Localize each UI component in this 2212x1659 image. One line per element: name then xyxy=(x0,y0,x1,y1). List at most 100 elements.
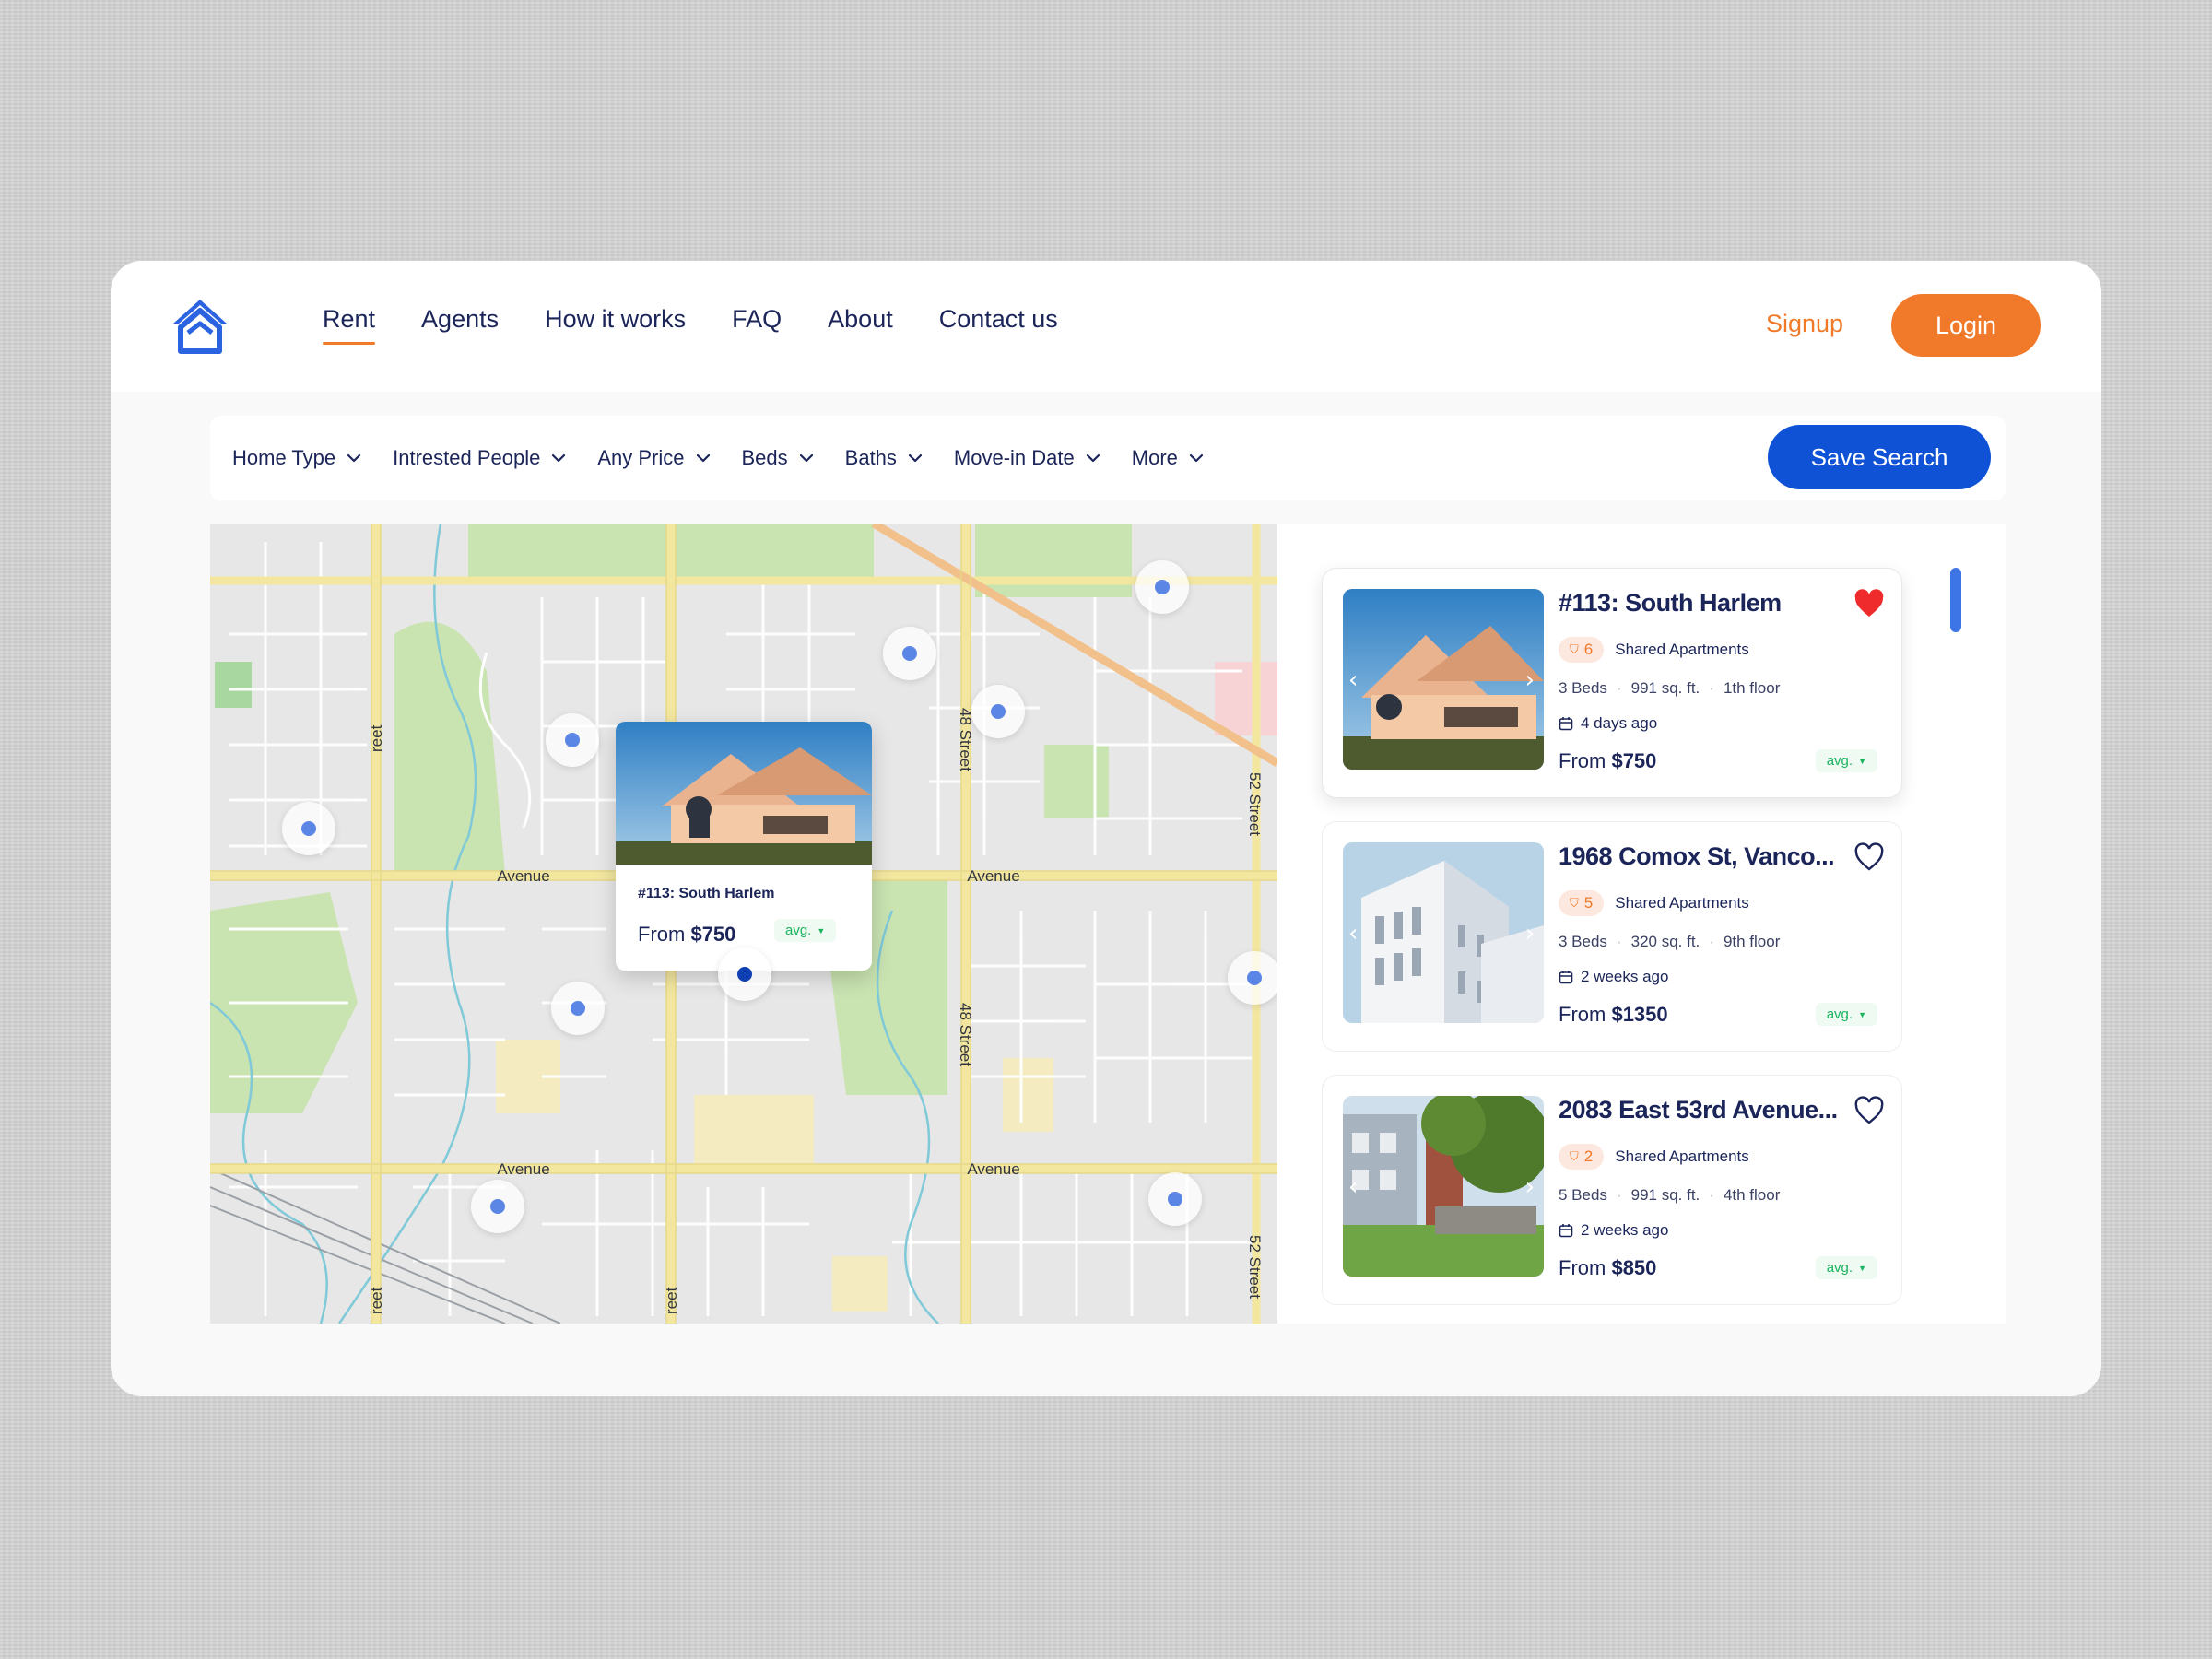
caret-down-icon: ▼ xyxy=(1858,1009,1866,1019)
scrollbar-thumb[interactable] xyxy=(1950,568,1961,632)
map-marker[interactable] xyxy=(1228,951,1277,1005)
listing-card[interactable]: ‹ › 2083 East 53rd Avenue... ⛉ 2 Shared … xyxy=(1322,1075,1902,1305)
map-listing-popup[interactable]: #113: South Harlem From $750 avg. ▼ xyxy=(616,722,872,971)
calendar-icon xyxy=(1559,1224,1573,1238)
map-marker[interactable] xyxy=(1135,560,1189,614)
avg-dropdown[interactable]: avg. ▼ xyxy=(1815,1256,1877,1279)
chevron-left-icon[interactable]: ‹ xyxy=(1348,666,1358,694)
login-button[interactable]: Login xyxy=(1891,294,2041,357)
listing-photo[interactable]: ‹ › xyxy=(1343,589,1544,770)
chevron-down-icon xyxy=(552,453,566,463)
filter-home-type[interactable]: Home Type xyxy=(232,446,361,470)
shield-icon: ⛉ xyxy=(1570,896,1579,910)
map-marker[interactable] xyxy=(883,627,936,680)
chevron-down-icon xyxy=(1189,453,1203,463)
caret-down-icon: ▼ xyxy=(1858,1263,1866,1273)
avg-dropdown[interactable]: avg. ▼ xyxy=(1815,749,1877,772)
listing-date: 2 weeks ago xyxy=(1559,968,1668,986)
listing-meta: ⛉ 6 Shared Apartments xyxy=(1559,637,1749,663)
listing-photo[interactable]: ‹ › xyxy=(1343,842,1544,1023)
calendar-icon xyxy=(1559,971,1573,984)
chevron-right-icon[interactable]: › xyxy=(1525,666,1535,694)
listing-price: From $750 xyxy=(1559,749,1657,772)
signup-link[interactable]: Signup xyxy=(1766,310,1843,338)
listing-card[interactable]: ‹ › #113: South Harlem ⛉ 6 Shared Apartm… xyxy=(1322,568,1902,798)
calendar-icon xyxy=(1559,717,1573,731)
filter-more[interactable]: More xyxy=(1132,446,1204,470)
listing-panel[interactable]: ‹ › #113: South Harlem ⛉ 6 Shared Apartm… xyxy=(1277,524,2006,1324)
interested-count-badge: ⛉ 6 xyxy=(1559,637,1605,663)
chevron-down-icon xyxy=(1086,453,1100,463)
filter-move-in-date[interactable]: Move-in Date xyxy=(954,446,1100,470)
interested-count-badge: ⛉ 5 xyxy=(1559,890,1605,916)
chevron-down-icon xyxy=(347,453,361,463)
heart-filled-icon[interactable] xyxy=(1853,589,1885,618)
nav-how-it-works[interactable]: How it works xyxy=(545,305,686,345)
nav-agents[interactable]: Agents xyxy=(421,305,499,345)
listing-specs: 3 Beds · 320 sq. ft. · 9th floor xyxy=(1559,933,1781,950)
listing-photo[interactable]: ‹ › xyxy=(1343,1096,1544,1277)
map-street-label: reet xyxy=(663,1287,680,1314)
chevron-down-icon xyxy=(908,453,923,463)
nav-faq[interactable]: FAQ xyxy=(732,305,782,345)
map-marker[interactable] xyxy=(551,982,605,1035)
map-marker[interactable] xyxy=(546,713,599,767)
map-street-label: 52 Street xyxy=(1246,772,1264,836)
listing-title[interactable]: 1968 Comox St, Vanco... xyxy=(1559,842,1844,871)
popup-title: #113: South Harlem xyxy=(638,886,775,901)
home-logo-icon[interactable] xyxy=(170,296,230,357)
chevron-right-icon[interactable]: › xyxy=(1525,1173,1535,1201)
listing-price: From $850 xyxy=(1559,1256,1657,1279)
chevron-left-icon[interactable]: ‹ xyxy=(1348,1173,1358,1201)
caret-down-icon: ▼ xyxy=(817,925,826,935)
shield-icon: ⛉ xyxy=(1570,1149,1579,1163)
avg-dropdown[interactable]: avg. ▼ xyxy=(774,919,837,942)
map-street-label: Avenue xyxy=(967,1160,1019,1178)
caret-down-icon: ▼ xyxy=(1858,756,1866,766)
save-search-button[interactable]: Save Search xyxy=(1768,425,1991,489)
listing-card[interactable]: ‹ › 1968 Comox St, Vanco... ⛉ 5 Shared A… xyxy=(1322,821,1902,1052)
map-marker[interactable] xyxy=(971,685,1025,738)
chevron-right-icon[interactable]: › xyxy=(1525,920,1535,947)
map-marker[interactable] xyxy=(282,802,335,855)
filter-label: Home Type xyxy=(232,446,336,469)
filter-price[interactable]: Any Price xyxy=(597,446,710,470)
filter-interested-people[interactable]: Intrested People xyxy=(393,446,566,470)
map-street-label: Avenue xyxy=(497,1160,549,1178)
heart-outline-icon[interactable] xyxy=(1853,842,1885,872)
nav-contact-us[interactable]: Contact us xyxy=(939,305,1058,345)
listing-title[interactable]: #113: South Harlem xyxy=(1559,589,1844,618)
listing-specs: 5 Beds · 991 sq. ft. · 4th floor xyxy=(1559,1186,1781,1204)
map-marker[interactable] xyxy=(471,1180,524,1233)
chevron-down-icon xyxy=(696,453,710,463)
filter-beds[interactable]: Beds xyxy=(742,446,814,470)
map-marker-selected[interactable] xyxy=(718,947,771,1001)
listing-price: From $1350 xyxy=(1559,1003,1668,1026)
filter-list: Home Type Intrested People Any Price Bed… xyxy=(232,416,1204,500)
app-window: Rent Agents How it works FAQ About Conta… xyxy=(111,261,2101,1396)
filter-label: Baths xyxy=(844,446,897,469)
nav-about[interactable]: About xyxy=(828,305,893,345)
popup-price: From $750 xyxy=(638,923,736,946)
listing-title[interactable]: 2083 East 53rd Avenue... xyxy=(1559,1096,1844,1124)
listing-date: 4 days ago xyxy=(1559,714,1657,733)
map-marker[interactable] xyxy=(1148,1172,1202,1226)
listing-meta: ⛉ 2 Shared Apartments xyxy=(1559,1144,1749,1170)
heart-outline-icon[interactable] xyxy=(1853,1096,1885,1125)
townhouse-photo xyxy=(1343,1096,1544,1277)
filter-label: Beds xyxy=(741,446,788,469)
building-photo xyxy=(1343,842,1544,1023)
listing-meta: ⛉ 5 Shared Apartments xyxy=(1559,890,1749,916)
map-street-label: reet xyxy=(368,1287,385,1314)
listing-date: 2 weeks ago xyxy=(1559,1221,1668,1240)
filter-baths[interactable]: Baths xyxy=(845,446,923,470)
main-nav: Rent Agents How it works FAQ About Conta… xyxy=(323,305,1058,345)
listing-type: Shared Apartments xyxy=(1615,894,1749,912)
house-photo xyxy=(1343,589,1544,770)
avg-dropdown[interactable]: avg. ▼ xyxy=(1815,1003,1877,1026)
map-view[interactable]: Avenue Avenue Avenue Avenue 48 Street 48… xyxy=(210,524,1277,1324)
shield-icon: ⛉ xyxy=(1570,642,1579,656)
filter-label: Move-in Date xyxy=(953,446,1075,469)
nav-rent[interactable]: Rent xyxy=(323,305,376,345)
chevron-left-icon[interactable]: ‹ xyxy=(1348,920,1358,947)
